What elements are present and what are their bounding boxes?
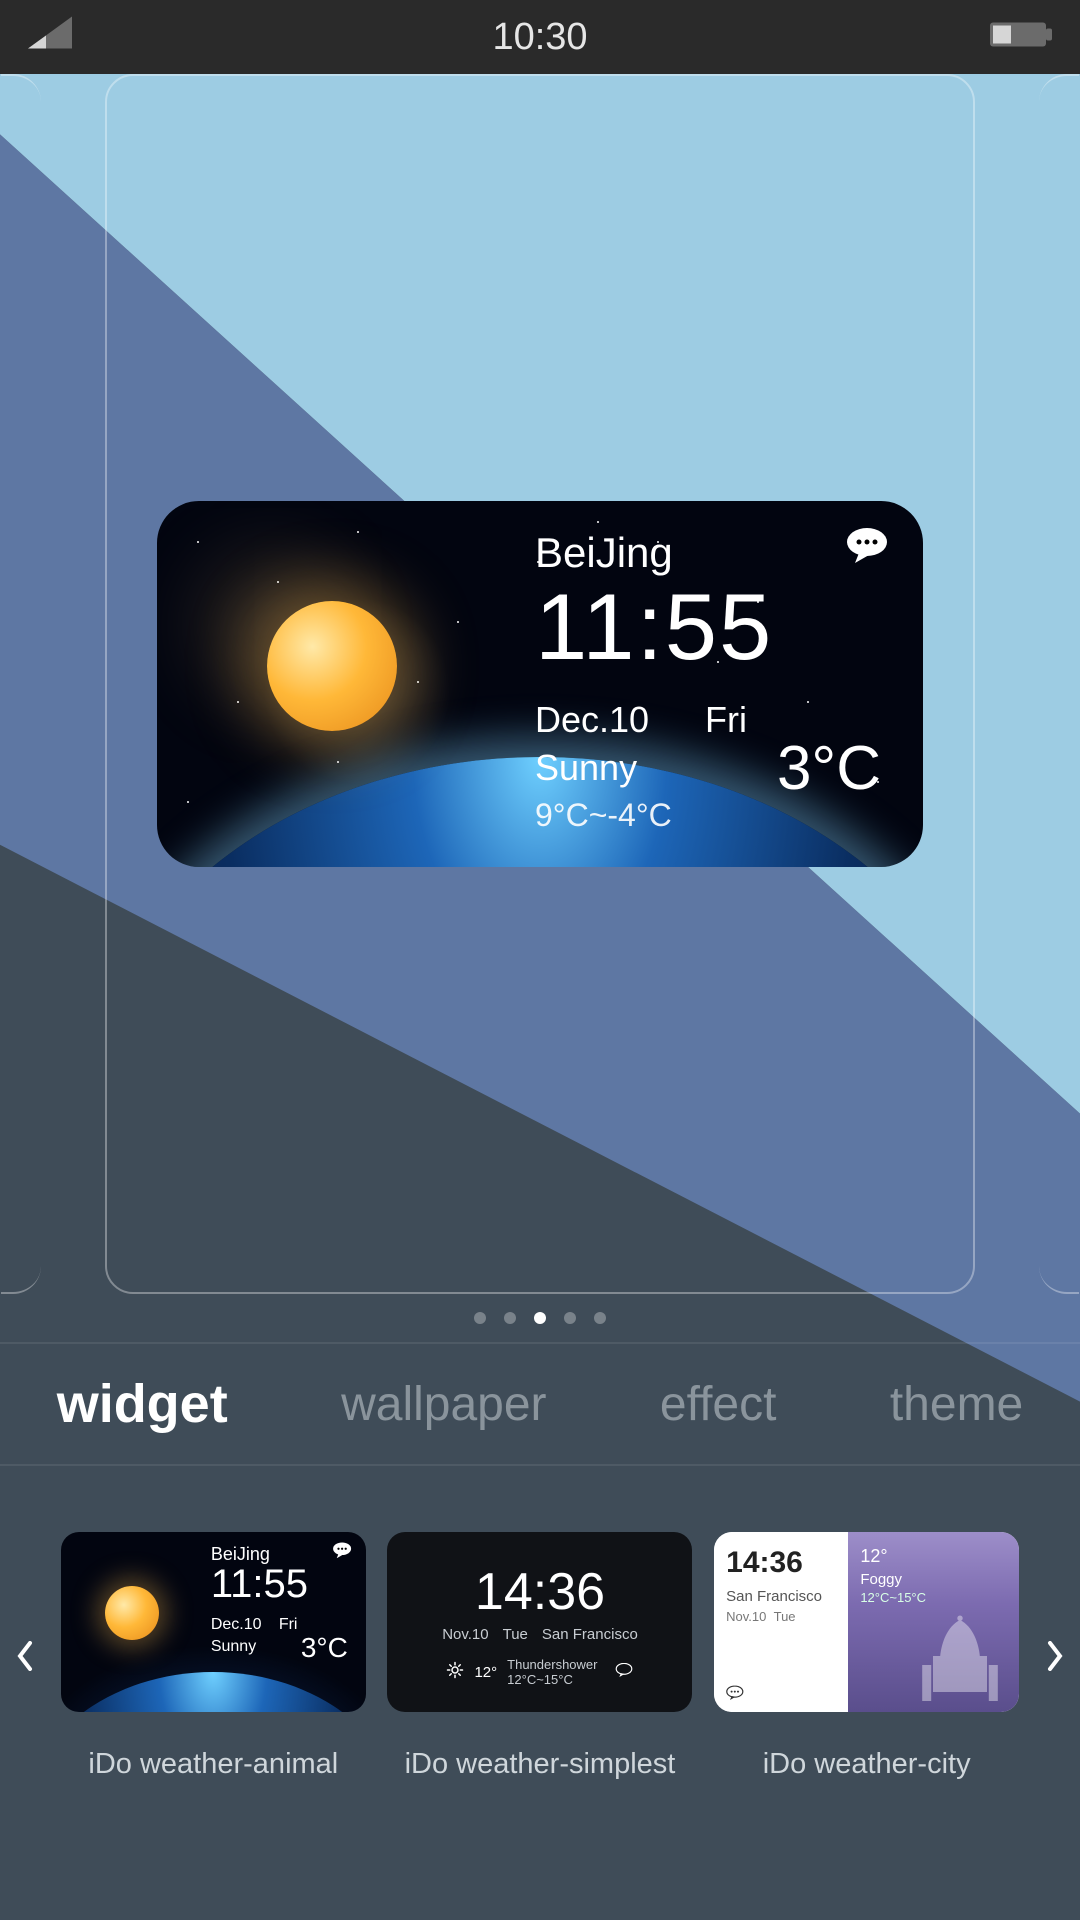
widget-date: Dec.10 (535, 699, 649, 741)
page-indicator (0, 1294, 1080, 1342)
next-page-peek[interactable] (1039, 74, 1079, 1294)
thumb-date: Nov.10 (726, 1609, 766, 1624)
widget-day: Fri (705, 699, 747, 741)
thumb-city: San Francisco (726, 1588, 836, 1605)
editor-tabs: widget wallpaper effect theme (0, 1344, 1080, 1464)
thumb-time: 14:36 (726, 1546, 836, 1580)
thumb-city: San Francisco (542, 1626, 638, 1643)
speech-bubble-icon (332, 1542, 352, 1560)
thumb-day: Fri (279, 1616, 298, 1634)
speech-bubble-icon (615, 1663, 633, 1681)
thumb-temp: 3°C (301, 1632, 348, 1664)
thumb-animal-preview: BeiJing 11:55 Dec.10 Fri Sunny 3°C (61, 1532, 366, 1712)
page-dot (594, 1312, 606, 1324)
thumb-temp: 12° (474, 1664, 497, 1681)
thumb-condition: Sunny (211, 1638, 256, 1656)
weather-widget-preview[interactable]: BeiJing 11:55 Dec.10 Fri Sunny 3°C 9°C~-… (157, 501, 923, 867)
widget-option-simplest[interactable]: 14:36 Nov.10 Tue San Francisco 12° Thund… (387, 1532, 692, 1781)
gallery-next-button[interactable] (1030, 1641, 1080, 1671)
thumb-range: 12°C~15°C (507, 1672, 597, 1687)
thumb-day: Tue (774, 1609, 796, 1624)
thumb-city-preview: 14:36 San Francisco Nov.10 Tue 12° Foggy… (714, 1532, 1019, 1712)
prev-page-peek[interactable] (1, 74, 41, 1294)
thumb-time: 14:36 (475, 1562, 605, 1622)
sun-icon (267, 601, 397, 731)
widget-city: BeiJing (535, 529, 673, 577)
page-dot (504, 1312, 516, 1324)
thumb-range: 12°C~15°C (860, 1590, 1007, 1605)
earth-graphic (61, 1672, 366, 1712)
status-bar: 10:30 (0, 0, 1080, 74)
current-page-frame[interactable]: BeiJing 11:55 Dec.10 Fri Sunny 3°C 9°C~-… (105, 74, 975, 1294)
page-dot-active (534, 1312, 546, 1324)
thumb-date: Nov.10 (442, 1626, 488, 1643)
sun-outline-icon (446, 1661, 464, 1683)
widget-time: 11:55 (535, 573, 773, 681)
building-silhouette-icon (915, 1611, 1005, 1706)
thumb-day: Tue (503, 1626, 528, 1643)
tab-effect[interactable]: effect (660, 1377, 777, 1432)
widget-option-animal[interactable]: BeiJing 11:55 Dec.10 Fri Sunny 3°C iDo w… (61, 1532, 366, 1781)
thumb-date: Dec.10 (211, 1616, 262, 1634)
widget-option-city[interactable]: 14:36 San Francisco Nov.10 Tue 12° Foggy… (714, 1532, 1019, 1781)
tab-widget[interactable]: widget (57, 1373, 228, 1435)
widget-gallery: BeiJing 11:55 Dec.10 Fri Sunny 3°C iDo w… (0, 1466, 1080, 1846)
tab-theme[interactable]: theme (890, 1377, 1023, 1432)
thumb-condition: Foggy (860, 1571, 1007, 1588)
widget-temp: 3°C (777, 733, 881, 804)
thumb-time: 11:55 (211, 1562, 308, 1607)
widget-condition: Sunny (535, 747, 637, 789)
sun-icon (105, 1586, 159, 1640)
speech-bubble-icon (726, 1685, 744, 1701)
tab-wallpaper[interactable]: wallpaper (341, 1377, 546, 1432)
signal-icon (28, 16, 72, 59)
home-preview-area[interactable]: BeiJing 11:55 Dec.10 Fri Sunny 3°C 9°C~-… (0, 74, 1080, 1294)
page-dot (474, 1312, 486, 1324)
gallery-prev-button[interactable] (0, 1641, 50, 1671)
thumb-label: iDo weather-animal (88, 1748, 338, 1781)
thumb-temp: 12° (860, 1546, 1007, 1567)
speech-bubble-icon[interactable] (845, 527, 889, 568)
thumb-condition: Thundershower (507, 1657, 597, 1672)
widget-temp-range: 9°C~-4°C (535, 797, 672, 834)
thumb-label: iDo weather-city (763, 1748, 971, 1781)
status-time: 10:30 (492, 16, 587, 59)
battery-icon (990, 16, 1052, 59)
thumb-label: iDo weather-simplest (405, 1748, 676, 1781)
page-dot (564, 1312, 576, 1324)
thumb-simplest-preview: 14:36 Nov.10 Tue San Francisco 12° Thund… (387, 1532, 692, 1712)
